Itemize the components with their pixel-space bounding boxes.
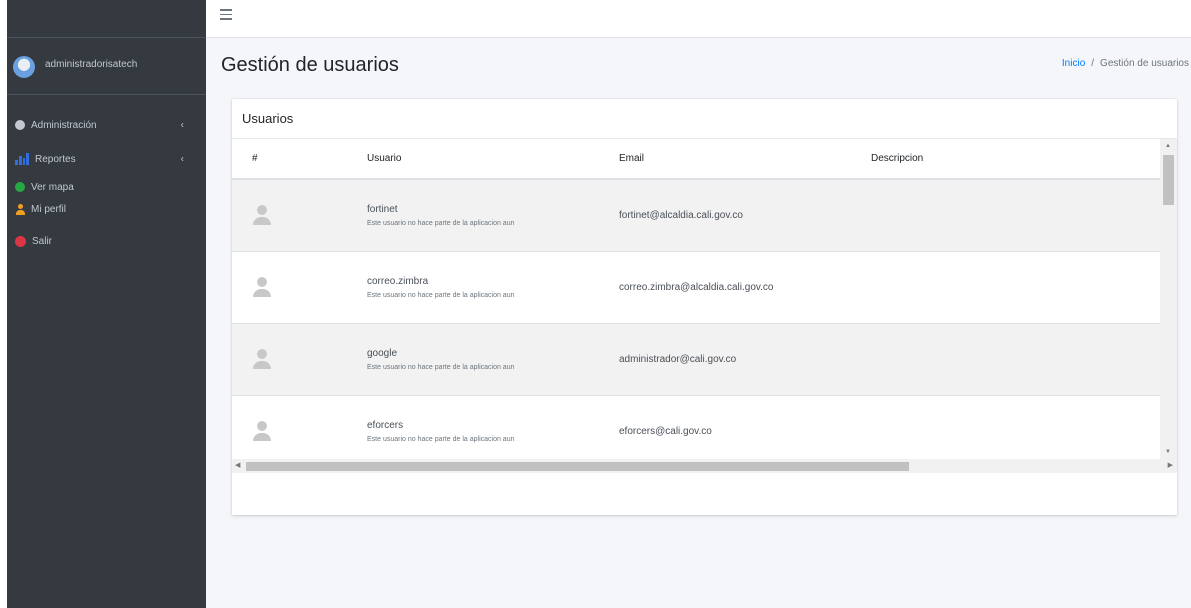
row-username: eforcers: [367, 419, 404, 431]
row-email: correo.zimbra@alcaldia.cali.gov.co: [619, 281, 774, 293]
bar-chart-icon: [15, 153, 29, 165]
vertical-scrollbar[interactable]: ▲ ▼: [1160, 139, 1177, 459]
users-card: Usuarios # Usuario Email Descripcion for…: [232, 99, 1177, 515]
scroll-down-icon[interactable]: ▼: [1165, 449, 1171, 455]
table-row[interactable]: eforcers Este usuario no hace parte de la…: [232, 394, 1160, 467]
card-title: Usuarios: [232, 99, 1177, 139]
vertical-scroll-thumb[interactable]: [1163, 155, 1174, 205]
table-container: # Usuario Email Descripcion fortinet Este…: [232, 139, 1177, 515]
row-username: google: [367, 347, 398, 359]
user-name[interactable]: administradorisatech: [45, 59, 137, 70]
sidebar-item-salir[interactable]: Salir: [7, 230, 206, 252]
sidebar-item-mi-perfil[interactable]: Mi perfil: [7, 198, 206, 220]
row-email: eforcers@cali.gov.co: [619, 425, 712, 437]
avatar: [13, 55, 35, 78]
sidebar-menu: Administración ‹ Reportes ‹ Ver mapa Mi …: [7, 108, 206, 252]
sidebar-item-label: Mi perfil: [31, 203, 67, 215]
horizontal-scroll-thumb[interactable]: [246, 462, 909, 471]
breadcrumb-home-link[interactable]: Inicio: [1062, 58, 1085, 69]
table-row[interactable]: google Este usuario no hace parte de la a…: [232, 322, 1160, 395]
sidebar-item-label: Ver mapa: [31, 181, 74, 193]
hamburger-icon[interactable]: [220, 9, 232, 20]
sidebar-item-ver-mapa[interactable]: Ver mapa: [7, 176, 206, 198]
row-note: Este usuario no hace parte de la aplicac…: [367, 363, 515, 371]
sidebar-item-label: Administración: [31, 119, 97, 131]
table-header-row: # Usuario Email Descripcion: [232, 139, 1160, 180]
chevron-left-icon: ‹: [180, 119, 184, 131]
breadcrumb: Inicio / Gestión de usuarios: [1062, 58, 1189, 69]
users-table: # Usuario Email Descripcion fortinet Este…: [232, 139, 1160, 467]
user-placeholder-icon: [251, 204, 273, 226]
row-email: administrador@cali.gov.co: [619, 353, 737, 365]
chevron-left-icon: ‹: [180, 153, 184, 165]
brand-area: [7, 0, 206, 38]
table-row[interactable]: correo.zimbra Este usuario no hace parte …: [232, 250, 1160, 323]
sidebar-item-administracion[interactable]: Administración ‹: [7, 108, 206, 142]
top-navbar: [206, 0, 1191, 38]
user-icon: [15, 203, 25, 215]
power-icon: [15, 235, 26, 247]
scroll-left-icon[interactable]: ◀: [235, 461, 240, 469]
column-header-number[interactable]: #: [232, 139, 347, 180]
breadcrumb-separator: /: [1091, 58, 1095, 69]
sidebar-item-label: Salir: [32, 235, 53, 247]
sidebar: administradorisatech Administración ‹ Re…: [0, 0, 206, 608]
scroll-up-icon[interactable]: ▲: [1165, 143, 1171, 149]
horizontal-scrollbar[interactable]: ◀ ▶: [232, 459, 1177, 473]
user-placeholder-icon: [251, 420, 273, 442]
main-content: Gestión de usuarios Inicio / Gestión de …: [206, 38, 1191, 608]
row-username: correo.zimbra: [367, 275, 429, 287]
row-email: fortinet@alcaldia.cali.gov.co: [619, 209, 743, 221]
user-placeholder-icon: [251, 276, 273, 298]
breadcrumb-current: Gestión de usuarios: [1100, 58, 1189, 69]
row-note: Este usuario no hace parte de la aplicac…: [367, 291, 515, 299]
user-panel[interactable]: administradorisatech: [7, 39, 206, 95]
column-header-email[interactable]: Email: [599, 139, 851, 180]
column-header-usuario[interactable]: Usuario: [347, 139, 599, 180]
row-note: Este usuario no hace parte de la aplicac…: [367, 435, 515, 443]
page-title: Gestión de usuarios: [221, 54, 399, 76]
column-header-descripcion[interactable]: Descripcion: [851, 139, 1160, 180]
scroll-right-icon[interactable]: ▶: [1168, 461, 1173, 469]
row-username: fortinet: [367, 203, 398, 215]
sidebar-item-label: Reportes: [35, 153, 76, 165]
row-note: Este usuario no hace parte de la aplicac…: [367, 219, 515, 227]
globe-icon: [15, 182, 25, 192]
table-row[interactable]: fortinet Este usuario no hace parte de la…: [232, 178, 1160, 251]
sidebar-item-reportes[interactable]: Reportes ‹: [7, 142, 206, 176]
gear-icon: [15, 120, 25, 130]
user-placeholder-icon: [251, 348, 273, 370]
sidebar-edge: [0, 0, 7, 608]
